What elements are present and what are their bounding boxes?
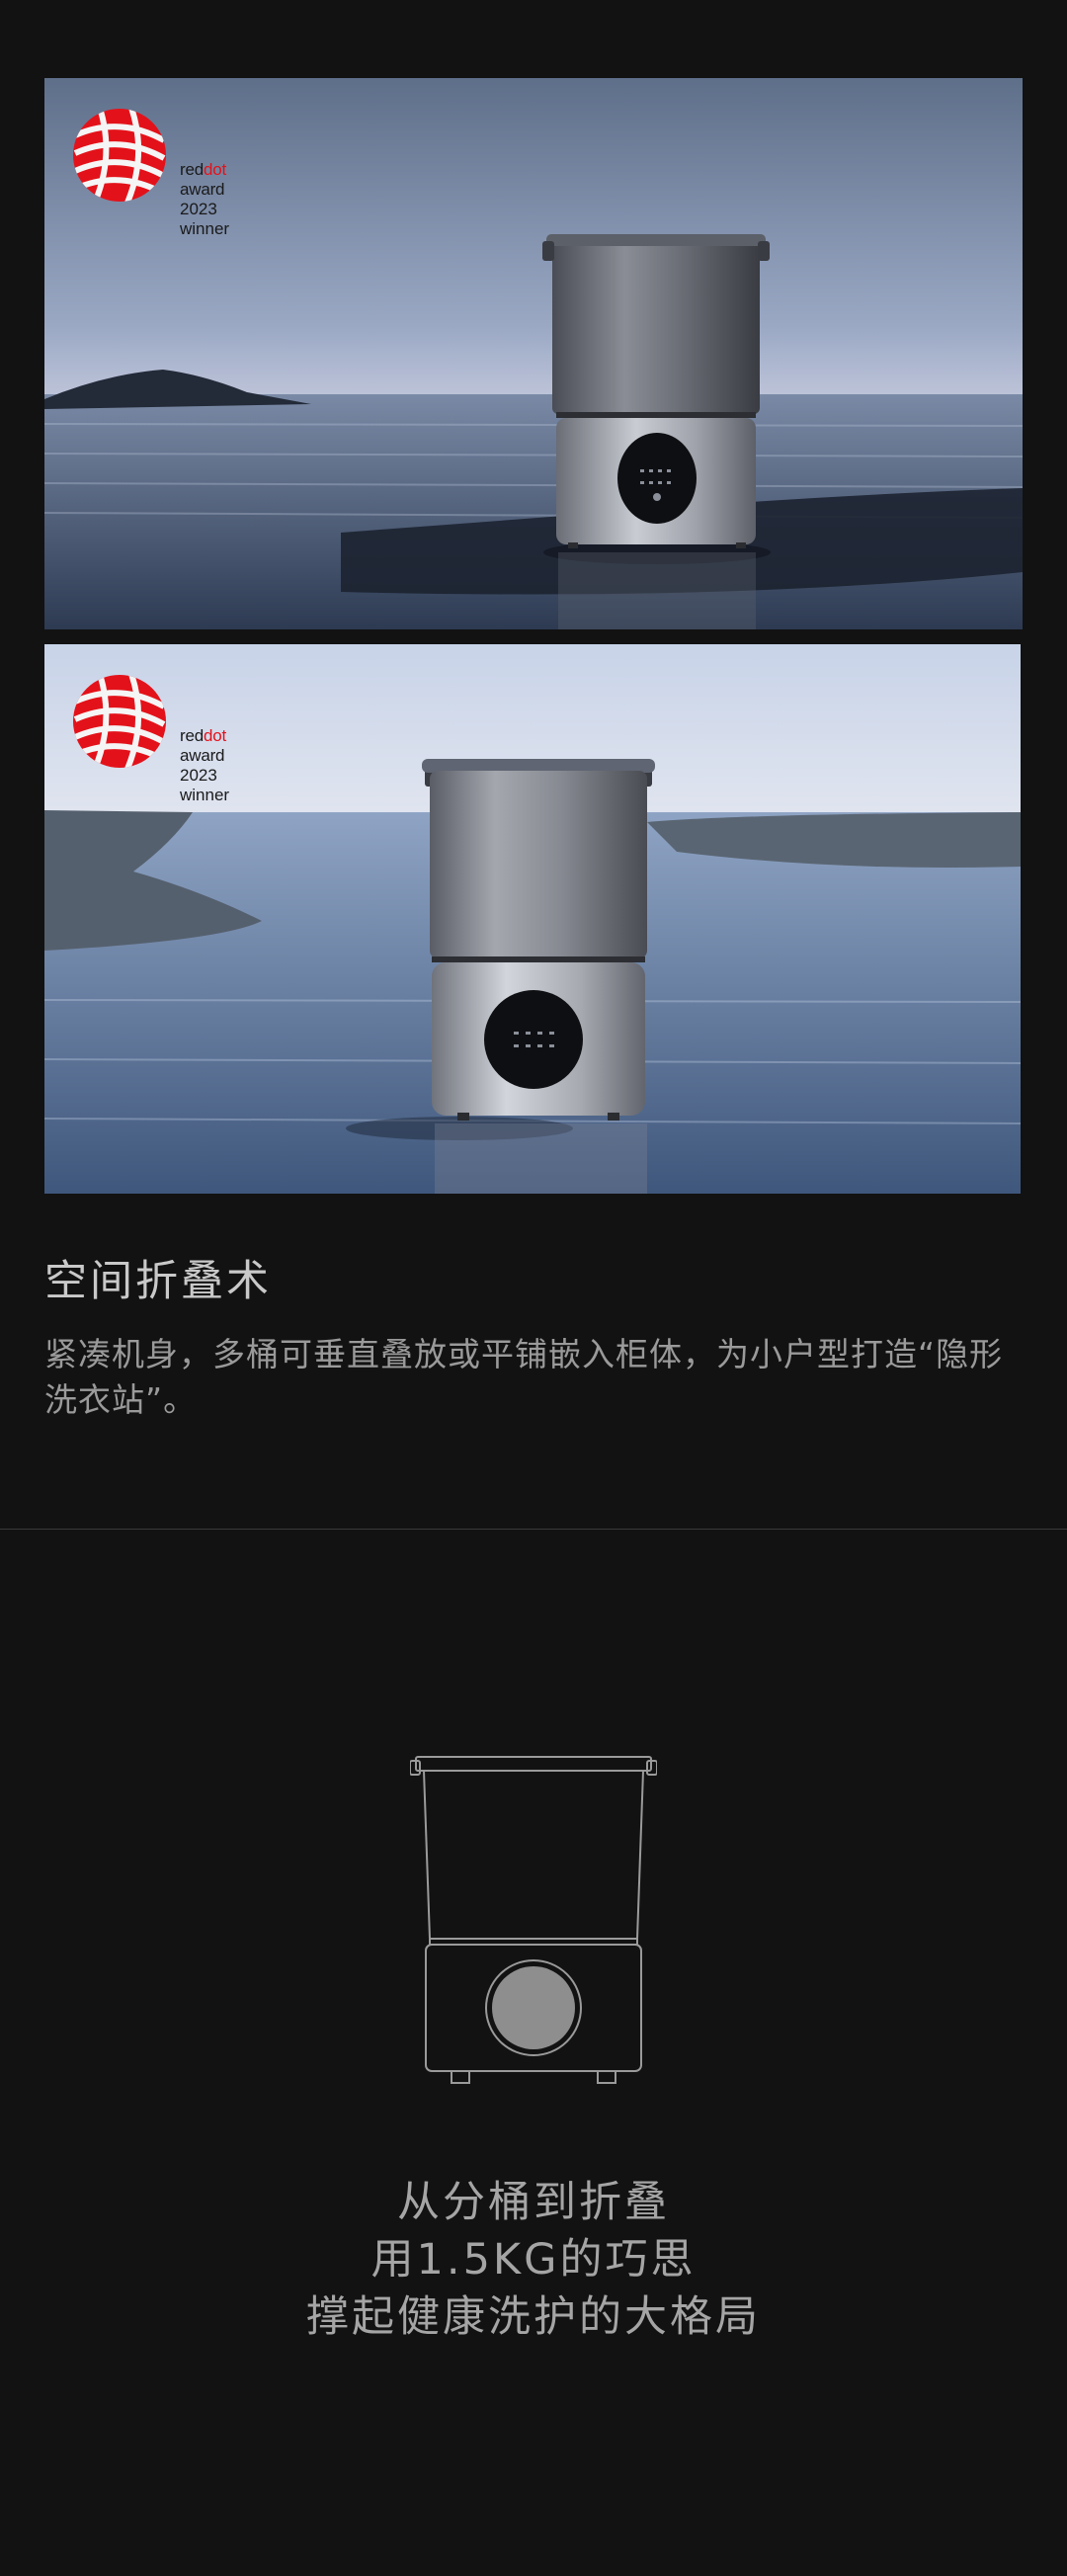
product-image-1: reddot award 2023 winner — [44, 78, 1023, 629]
red-dot-award-badge-2: reddot award 2023 winner — [70, 672, 268, 804]
award-brand-prefix: red — [180, 726, 204, 745]
red-dot-logo-icon — [73, 109, 166, 202]
closing-tagline: 从分桶到折叠 用1.5KG的巧思 撑起健康洗护的大格局 — [0, 2174, 1067, 2346]
tagline-line-2: 用1.5KG的巧思 — [370, 2235, 697, 2285]
award-year: 2023 winner — [180, 766, 230, 804]
door-window-icon — [492, 1966, 575, 2049]
washer-product-1 — [542, 234, 771, 564]
tagline-line-1: 从分桶到折叠 — [397, 2178, 670, 2227]
award-brand-highlight: dot — [203, 726, 227, 745]
tagline-line-3: 撑起健康洗护的大格局 — [306, 2292, 761, 2342]
award-brand-suffix: award — [180, 180, 225, 199]
product-image-2: reddot award 2023 winner — [44, 644, 1021, 1194]
section-divider — [0, 1529, 1067, 1530]
washer-outline-illustration — [410, 1756, 657, 2084]
award-brand-highlight: dot — [203, 160, 227, 179]
red-dot-award-badge: reddot award 2023 winner — [70, 106, 268, 238]
award-brand-prefix: red — [180, 160, 204, 179]
red-dot-logo-icon — [73, 675, 166, 768]
section-description: 紧凑机身，多桶可垂直叠放或平铺嵌入柜体，为小户型打造“隐形洗衣站”。 — [44, 1335, 1004, 1419]
award-year: 2023 winner — [180, 200, 230, 238]
section-title: 空间折叠术 — [44, 1257, 272, 1306]
award-brand-suffix: award — [180, 746, 225, 765]
